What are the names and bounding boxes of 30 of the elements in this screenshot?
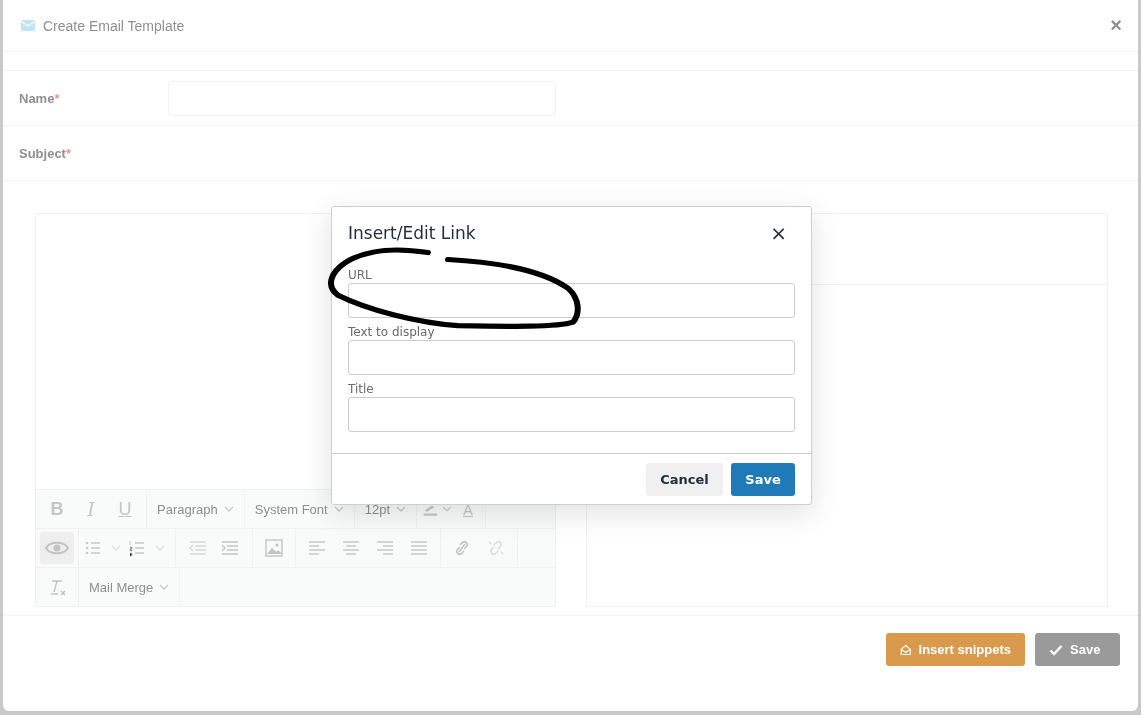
input-field[interactable]	[348, 397, 795, 432]
envelope-icon	[900, 642, 912, 657]
envelope-icon	[21, 20, 35, 31]
caret-icon	[223, 506, 234, 512]
field-label: Text to display	[348, 324, 435, 340]
close-button[interactable]: ×	[770, 221, 787, 245]
save-button[interactable]: Save	[731, 462, 795, 496]
field-label: Name	[19, 90, 55, 106]
caret-icon	[159, 584, 170, 590]
field-label: URL	[348, 267, 372, 283]
close-button[interactable]: ×	[1110, 14, 1122, 37]
save-button[interactable]: Save	[1035, 633, 1120, 666]
font-size-dropdown[interactable]: 12pt	[358, 501, 412, 517]
caret-icon	[396, 506, 406, 512]
font-family-dropdown[interactable]: System Font	[248, 501, 350, 517]
cancel-button[interactable]: Cancel	[646, 462, 723, 496]
input-field[interactable]	[348, 283, 795, 318]
mail-merge-dropdown[interactable]: Mail Merge	[83, 579, 176, 595]
checkmark-icon	[1049, 642, 1063, 657]
window-title: Create Email Template	[43, 17, 186, 34]
field-label: Title	[348, 381, 374, 397]
dialog-title: Insert/Edit Link	[348, 223, 476, 243]
input-field[interactable]	[348, 340, 795, 375]
eye-icon[interactable]	[40, 532, 74, 564]
caret-icon	[333, 506, 344, 512]
block-format-dropdown[interactable]: Paragraph	[151, 501, 240, 517]
insert-snippets-button[interactable]: Insert snippets	[886, 633, 1025, 666]
field-label: Subject	[19, 145, 66, 161]
required-mark: *	[65, 145, 72, 161]
required-mark: *	[54, 90, 60, 106]
